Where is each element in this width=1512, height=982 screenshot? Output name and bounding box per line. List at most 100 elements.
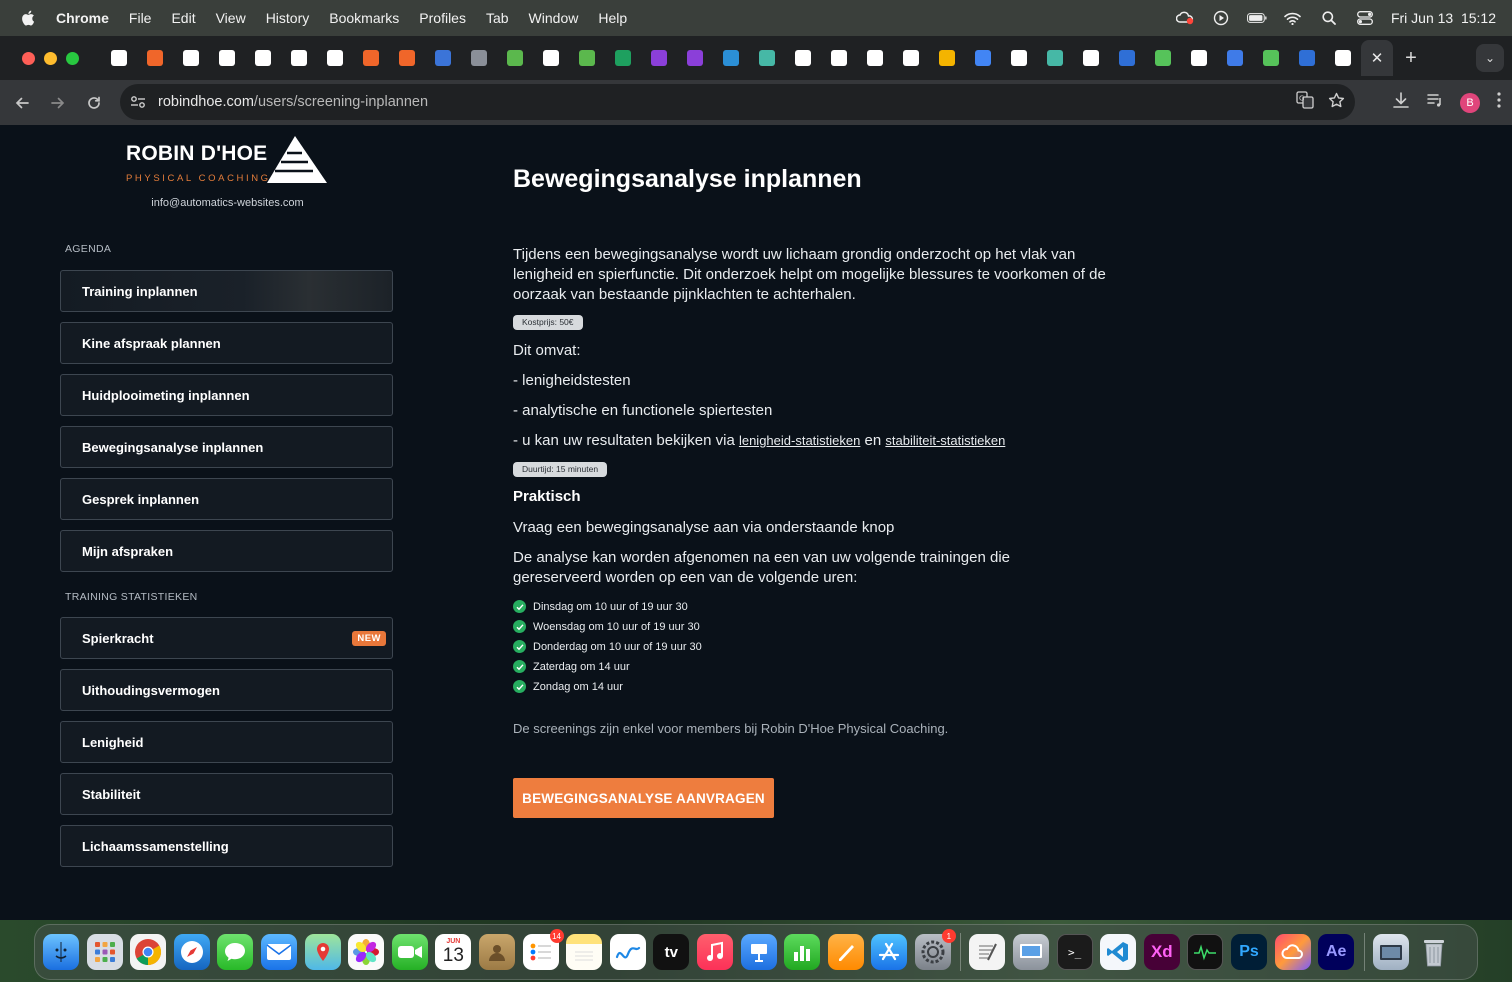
menu-tab[interactable]: Tab <box>486 10 509 26</box>
logo[interactable]: ROBIN D'HOE PHYSICAL COACHING <box>126 135 336 195</box>
pinned-tab[interactable] <box>605 40 641 76</box>
pinned-tab[interactable] <box>101 40 137 76</box>
pinned-tab[interactable] <box>245 40 281 76</box>
messages-icon[interactable] <box>217 934 254 970</box>
textedit-icon[interactable] <box>969 934 1006 970</box>
launchpad-icon[interactable] <box>86 934 123 970</box>
pinned-tab[interactable] <box>209 40 245 76</box>
control-center-icon[interactable] <box>1355 11 1375 25</box>
pinned-tab[interactable] <box>389 40 425 76</box>
pinned-tab[interactable] <box>533 40 569 76</box>
adobe-xd-icon[interactable]: Xd <box>1143 934 1180 970</box>
back-button[interactable] <box>4 85 40 121</box>
sidebar-item-huidplooimeting[interactable]: Huidplooimeting inplannen <box>60 374 393 416</box>
pinned-tab[interactable] <box>569 40 605 76</box>
pinned-tab[interactable] <box>1325 40 1361 76</box>
activity-monitor-icon[interactable] <box>1187 934 1224 970</box>
safari-icon[interactable] <box>173 934 210 970</box>
apple-icon[interactable] <box>20 9 38 27</box>
menubar-clock[interactable]: Fri Jun 13 15:12 <box>1391 10 1496 26</box>
sidebar-item-kine-afspraak[interactable]: Kine afspraak plannen <box>60 322 393 364</box>
sidebar-item-uithoudingsvermogen[interactable]: Uithoudingsvermogen <box>60 669 393 711</box>
pinned-tab[interactable] <box>965 40 1001 76</box>
active-tab[interactable]: ✕ <box>1361 40 1393 76</box>
pinned-tab[interactable] <box>857 40 893 76</box>
minimize-window-button[interactable] <box>44 51 57 65</box>
sidebar-item-mijn-afspraken[interactable]: Mijn afspraken <box>60 530 393 572</box>
lenigheid-statistieken-link[interactable]: lenigheid-statistieken <box>739 433 860 448</box>
pinned-tab[interactable] <box>353 40 389 76</box>
system-settings-icon[interactable]: 1 <box>914 929 956 970</box>
screenshots-folder-icon[interactable] <box>1372 934 1409 970</box>
pinned-tab[interactable] <box>1145 40 1181 76</box>
site-info-icon[interactable] <box>130 95 146 109</box>
chrome-icon[interactable] <box>130 934 167 970</box>
download-icon[interactable] <box>1392 91 1410 114</box>
request-analysis-button[interactable]: BEWEGINGSANALYSE AANVRAGEN <box>513 778 774 818</box>
contact-email[interactable]: info@automatics-websites.com <box>0 197 455 209</box>
menu-app-name[interactable]: Chrome <box>56 10 109 26</box>
address-bar[interactable]: robindhoe.com/users/screening-inplannen … <box>120 84 1355 120</box>
keynote-icon[interactable] <box>740 934 777 970</box>
spotlight-search-icon[interactable] <box>1319 11 1339 25</box>
zoom-window-button[interactable] <box>66 51 79 65</box>
menu-profiles[interactable]: Profiles <box>419 10 466 26</box>
reload-button[interactable] <box>76 85 112 121</box>
maps-icon[interactable] <box>304 934 341 970</box>
translate-icon[interactable]: G <box>1296 91 1314 113</box>
close-window-button[interactable] <box>22 51 35 65</box>
media-playlist-icon[interactable] <box>1426 91 1444 114</box>
photos-icon[interactable] <box>348 934 385 970</box>
pinned-tab[interactable] <box>1253 40 1289 76</box>
pinned-tab[interactable] <box>713 40 749 76</box>
pinned-tab[interactable] <box>317 40 353 76</box>
pinned-tab[interactable] <box>893 40 929 76</box>
sidebar-item-lichaamssamenstelling[interactable]: Lichaamssamenstelling <box>60 825 393 867</box>
profile-avatar[interactable]: B <box>1460 92 1480 113</box>
sidebar-item-lenigheid[interactable]: Lenigheid <box>60 721 393 763</box>
pinned-tab[interactable] <box>929 40 965 76</box>
vscode-icon[interactable] <box>1100 934 1137 970</box>
music-icon[interactable] <box>696 934 733 970</box>
pinned-tab[interactable] <box>173 40 209 76</box>
sidebar-item-bewegingsanalyse[interactable]: Bewegingsanalyse inplannen <box>60 426 393 468</box>
apple-tv-icon[interactable]: tv <box>653 934 690 970</box>
pinned-tab[interactable] <box>497 40 533 76</box>
finder-icon[interactable] <box>43 934 79 970</box>
menu-file[interactable]: File <box>129 10 152 26</box>
menu-edit[interactable]: Edit <box>171 10 195 26</box>
pinned-tab[interactable] <box>641 40 677 76</box>
menu-view[interactable]: View <box>216 10 246 26</box>
wifi-icon[interactable] <box>1283 11 1303 25</box>
more-menu-icon[interactable] <box>1496 91 1502 114</box>
creative-cloud-app-icon[interactable] <box>1274 934 1311 970</box>
pinned-tab[interactable] <box>1217 40 1253 76</box>
after-effects-icon[interactable]: Ae <box>1318 934 1355 970</box>
contacts-icon[interactable] <box>478 934 515 970</box>
pinned-tab[interactable] <box>1001 40 1037 76</box>
close-tab-icon[interactable]: ✕ <box>1371 49 1384 67</box>
pinned-tab[interactable] <box>1073 40 1109 76</box>
pinned-tab[interactable] <box>461 40 497 76</box>
menu-bookmarks[interactable]: Bookmarks <box>329 10 399 26</box>
mail-icon[interactable] <box>260 934 297 970</box>
play-icon[interactable] <box>1211 10 1231 26</box>
sidebar-item-spierkracht[interactable]: Spierkracht NEW <box>60 617 393 659</box>
battery-icon[interactable] <box>1247 11 1267 25</box>
pinned-tab[interactable] <box>137 40 173 76</box>
facetime-icon[interactable] <box>391 934 428 970</box>
sidebar-item-training-inplannen[interactable]: Training inplannen <box>60 270 393 312</box>
url-text[interactable]: robindhoe.com/users/screening-inplannen <box>158 94 428 110</box>
reminders-icon[interactable]: 14 <box>522 929 564 970</box>
stabiliteit-statistieken-link[interactable]: stabiliteit-statistieken <box>885 433 1005 448</box>
calendar-icon[interactable]: JUN 13 <box>435 934 472 970</box>
preview-icon[interactable] <box>1013 934 1050 970</box>
new-tab-button[interactable]: + <box>1393 40 1429 76</box>
notes-icon[interactable] <box>566 934 603 970</box>
pinned-tab[interactable] <box>281 40 317 76</box>
pinned-tab[interactable] <box>1181 40 1217 76</box>
freeform-icon[interactable] <box>609 934 646 970</box>
menu-history[interactable]: History <box>266 10 310 26</box>
numbers-icon[interactable] <box>784 934 821 970</box>
pinned-tab[interactable] <box>821 40 857 76</box>
